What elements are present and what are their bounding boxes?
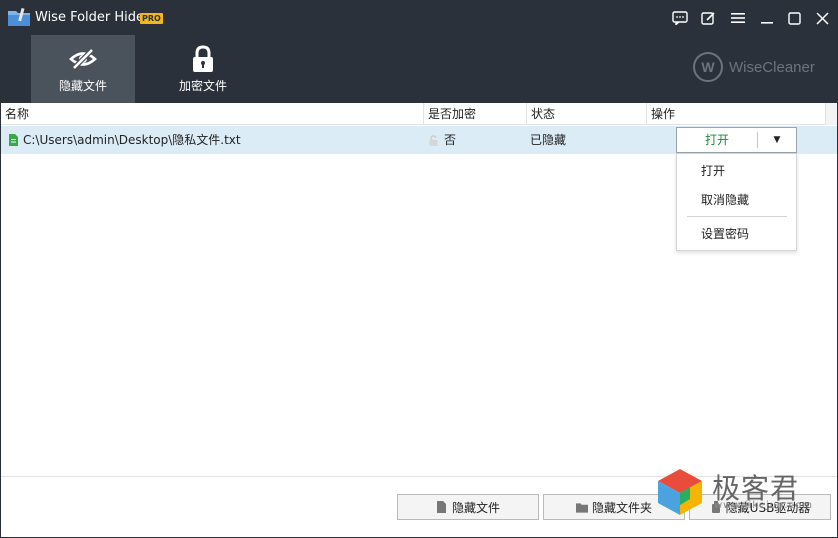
menu-icon bbox=[731, 13, 745, 23]
maximize-button[interactable] bbox=[783, 7, 805, 29]
menu-button[interactable] bbox=[727, 7, 749, 29]
tab-encrypt-files[interactable]: 加密文件 bbox=[151, 35, 255, 103]
tab-hide-files[interactable]: 隐藏文件 bbox=[31, 35, 135, 103]
close-button[interactable] bbox=[811, 7, 833, 29]
hide-usb-button[interactable]: 隐藏USB驱动器 bbox=[689, 494, 831, 520]
hide-file-button[interactable]: 隐藏文件 bbox=[397, 494, 539, 520]
app-title: Wise Folder Hider bbox=[35, 10, 150, 25]
lock-icon bbox=[188, 45, 218, 73]
text-file-icon bbox=[9, 134, 18, 146]
titlebar: Wise Folder Hider PRO bbox=[1, 1, 837, 33]
menu-divider bbox=[687, 216, 787, 217]
tab-label: 隐藏文件 bbox=[58, 79, 107, 93]
edit-button[interactable] bbox=[697, 7, 719, 29]
minimize-icon bbox=[761, 22, 773, 24]
column-header-name[interactable]: 名称 bbox=[1, 103, 424, 125]
feedback-button[interactable] bbox=[669, 7, 691, 29]
maximize-icon bbox=[787, 11, 801, 25]
menu-item-set-password[interactable]: 设置密码 bbox=[677, 221, 796, 247]
edit-icon bbox=[700, 11, 715, 25]
folder-icon bbox=[575, 501, 588, 513]
brand: W WiseCleaner bbox=[693, 52, 815, 82]
action-dropdown-menu: 打开 取消隐藏 设置密码 bbox=[676, 153, 797, 251]
menu-item-unhide[interactable]: 取消隐藏 bbox=[677, 187, 796, 213]
header: Wise Folder Hider PRO 隐藏文件 加密文件 W WiseCl… bbox=[1, 1, 837, 103]
app-logo-icon bbox=[8, 7, 30, 26]
column-header-action[interactable]: 操作 bbox=[647, 103, 826, 125]
open-button[interactable]: 打开 bbox=[677, 128, 757, 152]
action-split-button: 打开 ▼ bbox=[676, 127, 797, 153]
caret-down-icon: ▼ bbox=[773, 135, 781, 145]
column-header-encrypted[interactable]: 是否加密 bbox=[424, 103, 527, 125]
eye-slash-icon bbox=[68, 45, 98, 73]
menu-item-open[interactable]: 打开 bbox=[677, 158, 796, 184]
pro-badge: PRO bbox=[140, 13, 163, 24]
minimize-button[interactable] bbox=[756, 7, 778, 29]
unlocked-icon bbox=[429, 135, 438, 146]
hide-folder-label: 隐藏文件夹 bbox=[591, 500, 652, 515]
file-icon bbox=[436, 501, 448, 513]
tab-label: 加密文件 bbox=[178, 79, 227, 93]
encrypted-value: 否 bbox=[444, 133, 457, 147]
status-value: 已隐藏 bbox=[530, 133, 567, 147]
feedback-icon bbox=[672, 11, 688, 25]
column-header-status[interactable]: 状态 bbox=[527, 103, 647, 125]
hide-folder-button[interactable]: 隐藏文件夹 bbox=[543, 494, 685, 520]
footer-toolbar: 隐藏文件 隐藏文件夹 隐藏USB驱动器 bbox=[1, 476, 837, 537]
file-path: C:\Users\admin\Desktop\隐私文件.txt bbox=[23, 133, 241, 147]
close-icon bbox=[815, 11, 829, 25]
dropdown-toggle-button[interactable]: ▼ bbox=[758, 128, 796, 152]
hide-usb-label: 隐藏USB驱动器 bbox=[725, 500, 811, 515]
app-window: Wise Folder Hider PRO 隐藏文件 加密文件 W WiseCl… bbox=[0, 0, 838, 538]
wisecleaner-logo-icon: W bbox=[693, 52, 723, 82]
table-header: 名称 是否加密 状态 操作 bbox=[1, 103, 837, 125]
header-scroll-corner bbox=[826, 103, 837, 125]
brand-name: WiseCleaner bbox=[729, 58, 815, 76]
hide-file-label: 隐藏文件 bbox=[451, 500, 500, 515]
usb-drive-icon bbox=[710, 501, 722, 513]
